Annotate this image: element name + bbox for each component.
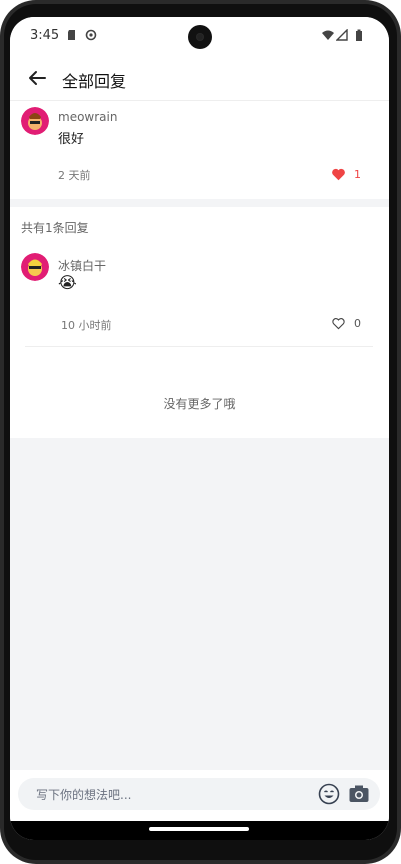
wifi-icon <box>322 30 334 40</box>
like-button[interactable]: 1 <box>331 167 361 181</box>
reply-time: 10 小时前 <box>61 319 112 332</box>
comment-composer: 写下你的想法吧... <box>10 770 389 821</box>
sd-card-icon <box>68 30 75 40</box>
like-button[interactable]: 0 <box>331 316 361 330</box>
like-count: 0 <box>354 316 361 330</box>
battery-icon <box>356 29 362 41</box>
divider <box>25 346 373 347</box>
comment-time: 2 天前 <box>58 169 91 182</box>
reply-username[interactable]: 冰镇白干 <box>58 257 106 274</box>
comment-text: 很好 <box>58 132 85 147</box>
section-separator <box>10 199 389 207</box>
status-time: 3:45 <box>30 28 60 43</box>
avatar[interactable] <box>21 107 49 135</box>
no-more-text: 没有更多了哦 <box>163 397 236 411</box>
status-bar: 3:45 <box>10 17 389 57</box>
home-indicator[interactable] <box>149 827 249 831</box>
screen: 3:45 全部回复 meowrain 很好 2 天前 1 共有1条回复 冰镇白干… <box>10 17 389 840</box>
app-bar: 全部回复 <box>10 57 389 101</box>
comment-input-placeholder: 写下你的想法吧... <box>36 788 132 802</box>
back-arrow-icon[interactable] <box>26 67 48 89</box>
system-nav-bar <box>10 821 389 840</box>
page-title: 全部回复 <box>62 72 127 91</box>
heart-outline-icon <box>332 318 345 330</box>
sync-icon <box>85 29 97 41</box>
replies-section: 共有1条回复 冰镇白干 😭 10 小时前 0 没有更多了哦 <box>10 207 389 438</box>
camera-icon[interactable] <box>348 783 370 805</box>
reply-count-label: 共有1条回复 <box>21 221 89 235</box>
like-count: 1 <box>354 167 361 181</box>
heart-filled-icon <box>332 168 345 181</box>
front-camera <box>188 25 212 49</box>
comment-username[interactable]: meowrain <box>58 110 117 124</box>
comment-input[interactable]: 写下你的想法吧... <box>18 778 380 810</box>
avatar[interactable] <box>21 253 49 281</box>
signal-icon <box>336 29 348 41</box>
reply-emoji: 😭 <box>58 273 77 292</box>
smile-icon[interactable] <box>318 783 340 805</box>
parent-comment: meowrain 很好 2 天前 1 <box>10 101 389 199</box>
